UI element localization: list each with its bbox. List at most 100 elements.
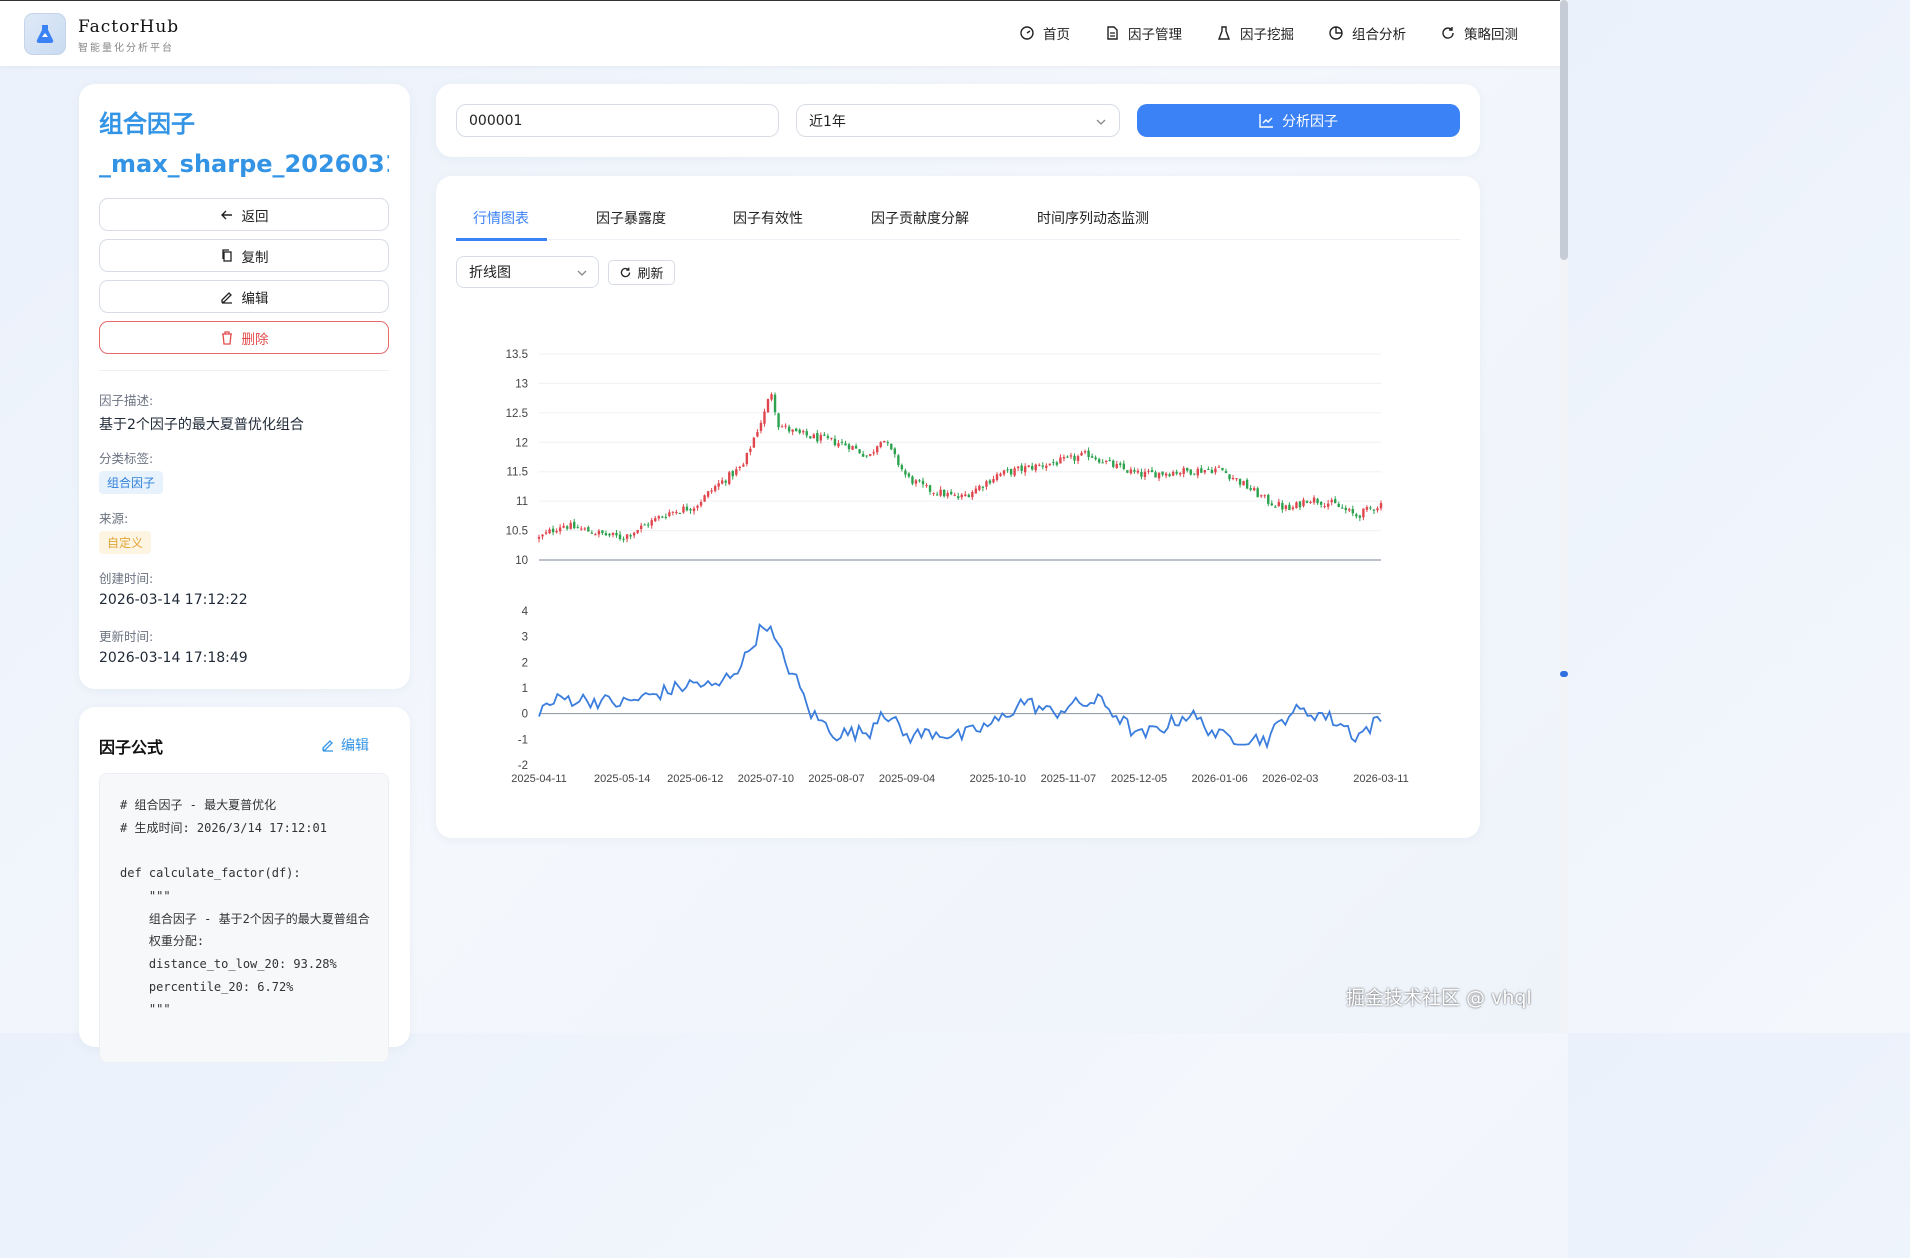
source-label: 来源: xyxy=(99,511,129,526)
nav-label: 策略回测 xyxy=(1464,27,1518,43)
nav-item-home[interactable]: 首页 xyxy=(1019,23,1070,43)
scrollbar-thumb[interactable] xyxy=(1560,0,1568,260)
candle-body xyxy=(1069,455,1073,457)
candle-body xyxy=(632,532,636,536)
candle-body xyxy=(837,443,840,447)
candle-body xyxy=(1224,471,1228,474)
candle-body xyxy=(1175,471,1178,474)
candle-body xyxy=(1263,495,1266,497)
candle-body xyxy=(798,429,801,433)
candle-body xyxy=(985,481,988,487)
x-tick-label: 2025-08-07 xyxy=(808,773,864,785)
candle-body xyxy=(971,492,974,498)
candle-body xyxy=(1245,479,1249,489)
nav-item-portfolio-analysis[interactable]: 组合分析 xyxy=(1328,23,1406,43)
trash-icon xyxy=(221,330,232,345)
candle-body xyxy=(1059,457,1062,464)
candle-body xyxy=(608,533,611,536)
x-tick-label: 2025-05-14 xyxy=(594,773,650,785)
candle-body xyxy=(1200,468,1203,473)
candle-body xyxy=(999,473,1002,476)
candle-body xyxy=(826,436,830,438)
candle-body xyxy=(625,534,629,539)
top-navbar: FactorHub 智能量化分析平台 首页 因子管理 因子挖掘 组合分析 策略回… xyxy=(0,0,1560,66)
analyze-factor-button[interactable]: 分析因子 xyxy=(1137,104,1460,137)
candle-body xyxy=(562,525,565,528)
price-y-tick-label: 11 xyxy=(516,496,528,508)
candle-body xyxy=(1023,466,1027,473)
market-chart[interactable]: 1010.51111.51212.51313.5-2-1012342025-04… xyxy=(436,176,1480,838)
candle-body xyxy=(1062,457,1066,459)
x-tick-label: 2025-04-11 xyxy=(511,773,566,785)
candle-body xyxy=(1161,471,1164,475)
candle-body xyxy=(1038,464,1041,466)
candle-body xyxy=(1027,465,1030,467)
back-button[interactable]: 返回 xyxy=(99,198,389,231)
pencil-icon xyxy=(322,740,333,752)
candle-body xyxy=(928,485,932,492)
factor-y-tick-label: 3 xyxy=(522,632,528,644)
formula-code-block[interactable]: # 组合因子 - 最大夏普优化 # 生成时间: 2026/3/14 17:12:… xyxy=(99,773,389,1063)
candle-body xyxy=(551,528,555,533)
dashboard-icon xyxy=(1020,26,1034,40)
candle-body xyxy=(1372,509,1376,511)
candle-body xyxy=(1210,469,1214,474)
candle-body xyxy=(615,532,618,536)
candle-body xyxy=(876,446,879,453)
candle-body xyxy=(735,469,738,475)
x-tick-label: 2026-03-11 xyxy=(1353,773,1408,785)
chevron-down-icon xyxy=(1096,119,1106,125)
candle-body xyxy=(1344,507,1347,511)
x-tick-label: 2025-10-10 xyxy=(970,773,1026,785)
candle-body xyxy=(1087,450,1090,458)
nav-item-strategy-backtest[interactable]: 策略回测 xyxy=(1440,23,1518,43)
candle-body xyxy=(689,509,692,511)
brand-name[interactable]: FactorHub xyxy=(78,17,179,37)
candle-body xyxy=(1309,501,1312,503)
candle-body xyxy=(907,473,911,477)
candle-body xyxy=(661,516,664,518)
stock-code-input[interactable]: 000001 xyxy=(456,104,779,137)
candle-body xyxy=(763,411,766,424)
candle-body xyxy=(1073,455,1076,461)
candle-body xyxy=(847,444,851,450)
factor-y-tick-label: -1 xyxy=(518,734,528,746)
candle-body xyxy=(1379,503,1383,509)
formula-card: 因子公式 编辑 # 组合因子 - 最大夏普优化 # 生成时间: 2026/3/1… xyxy=(79,707,410,1063)
candle-body xyxy=(1235,478,1238,480)
candle-body xyxy=(696,505,699,508)
query-card: 000001 近1年 分析因子 xyxy=(436,84,1480,157)
candle-body xyxy=(664,516,668,518)
candle-body xyxy=(654,518,657,522)
candle-body xyxy=(1020,465,1023,471)
candle-body xyxy=(706,491,710,497)
flask-logo-icon[interactable] xyxy=(24,13,66,55)
copy-button[interactable]: 复制 xyxy=(99,239,389,272)
candle-body xyxy=(890,443,893,450)
candle-body xyxy=(671,511,675,513)
candle-body xyxy=(946,493,949,497)
candle-body xyxy=(537,536,541,539)
candle-body xyxy=(964,494,967,497)
candle-body xyxy=(1129,469,1133,474)
nav-item-factor-management[interactable]: 因子管理 xyxy=(1104,23,1182,43)
candle-body xyxy=(918,480,921,482)
delete-button[interactable]: 删除 xyxy=(99,321,389,354)
period-select[interactable]: 近1年 xyxy=(796,104,1120,137)
page-scrollbar[interactable] xyxy=(1560,0,1568,1033)
candle-body xyxy=(861,453,865,457)
candle-body xyxy=(1136,470,1140,473)
nav-item-factor-mining[interactable]: 因子挖掘 xyxy=(1216,23,1294,43)
candle-body xyxy=(558,527,562,532)
updated-value: 2026-03-14 17:18:49 xyxy=(99,650,248,666)
candle-body xyxy=(978,485,981,491)
candle-body xyxy=(1016,466,1020,469)
price-y-tick-label: 10 xyxy=(515,555,528,567)
candle-body xyxy=(565,526,569,529)
candle-body xyxy=(1048,463,1052,466)
candle-body xyxy=(904,470,907,475)
candle-body xyxy=(573,521,576,529)
copy-icon xyxy=(221,248,232,262)
formula-edit-button[interactable]: 编辑 xyxy=(321,735,369,755)
edit-button[interactable]: 编辑 xyxy=(99,280,389,313)
